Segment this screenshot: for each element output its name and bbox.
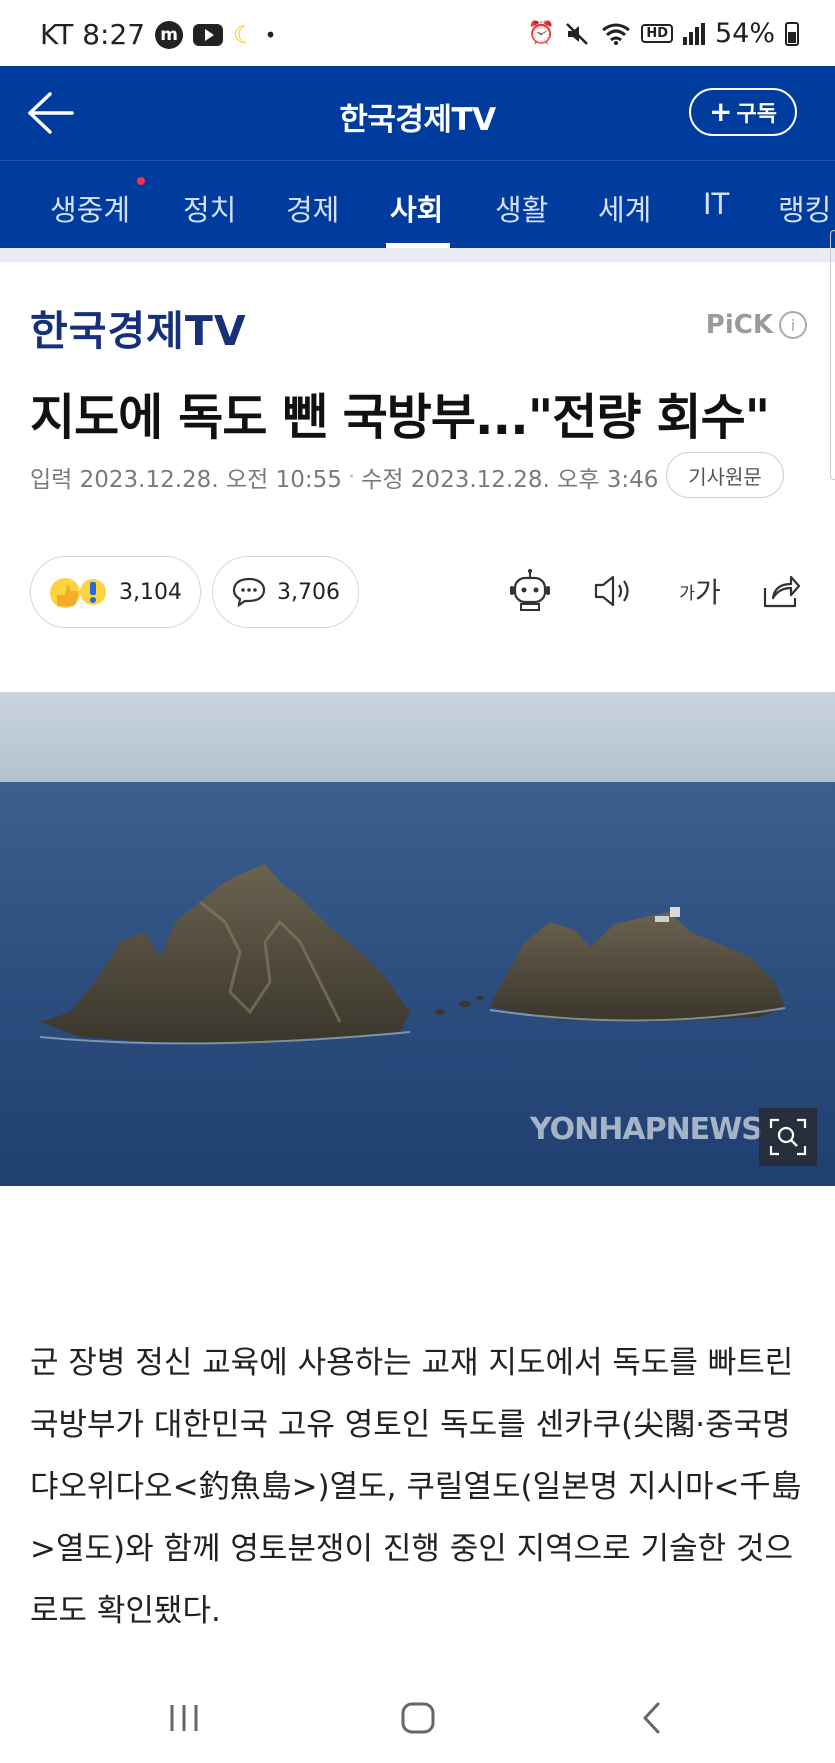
modified-date: 수정 2023.12.28. 오후 3:46 (361, 467, 659, 493)
tab-it[interactable]: IT (703, 187, 729, 221)
reaction-emoji-icon (49, 573, 109, 611)
summary-bot-icon[interactable] (505, 566, 555, 616)
battery-icon (785, 21, 799, 46)
status-right: ⏰ HD 54% (528, 18, 799, 49)
battery-percent: 54% (714, 18, 775, 49)
photo-watermark: YONHAPNEWS (530, 1112, 763, 1147)
scrollbar[interactable] (830, 230, 835, 480)
app-header: 한국경제TV + 구독 (0, 66, 835, 160)
tab-ranking[interactable]: 랭킹 (778, 187, 831, 229)
subscribe-label: 구독 (736, 102, 777, 127)
moon-icon: ☾ (233, 20, 255, 49)
article-body: 군 장병 정신 교육에 사용하는 교재 지도에서 독도를 빠트린 국방부가 대한… (30, 1345, 802, 1629)
subscribe-button[interactable]: + 구독 (689, 88, 797, 136)
info-icon[interactable]: i (779, 311, 807, 339)
font-size-large-glyph: 가 (694, 576, 721, 609)
home-icon[interactable] (390, 1694, 446, 1742)
status-bar: KT 8:27 m ☾ • ⏰ HD 54% (0, 0, 835, 66)
press-logo[interactable]: 한국경제TV (30, 297, 247, 357)
article-headline: 지도에 독도 뺀 국방부..."전량 회수" (30, 389, 770, 446)
youtube-icon (193, 23, 224, 46)
plus-icon: + (709, 95, 733, 128)
recent-apps-icon[interactable] (156, 1694, 212, 1742)
status-left: KT 8:27 m ☾ • (40, 18, 276, 51)
tab-world[interactable]: 세계 (598, 187, 651, 229)
system-nav-bar (0, 1676, 835, 1763)
carrier-time: KT 8:27 (40, 18, 146, 51)
alarm-icon: ⏰ (527, 21, 556, 46)
mute-icon (565, 22, 591, 46)
font-size-small-glyph: 가 (679, 583, 695, 604)
reaction-button[interactable]: 3,104 (30, 556, 201, 628)
article-photo[interactable]: YONHAPNEWS (0, 692, 835, 1186)
zoom-icon[interactable] (759, 1108, 817, 1166)
input-date: 입력 2023.12.28. 오전 10:55 (30, 467, 342, 493)
tab-economy[interactable]: 경제 (286, 187, 339, 229)
new-indicator-dot (137, 177, 145, 185)
date-separator: · (347, 464, 356, 490)
notification-dot-icon: • (264, 22, 277, 47)
wifi-icon (601, 22, 631, 46)
article-dates: 입력 2023.12.28. 오전 10:55 · 수정 2023.12.28.… (30, 460, 658, 494)
tab-society[interactable]: 사회 (390, 187, 443, 229)
tab-politics[interactable]: 정치 (183, 187, 236, 229)
font-size-icon[interactable]: 가가 (670, 566, 730, 616)
system-back-icon[interactable] (624, 1694, 680, 1742)
comment-count: 3,706 (277, 579, 340, 605)
comment-icon (231, 576, 267, 608)
signal-icon (682, 22, 705, 45)
pick-badge: PiCK i (706, 310, 807, 340)
hd-icon: HD (641, 24, 673, 43)
tab-living[interactable]: 생활 (495, 187, 548, 229)
pick-label: PiCK (705, 310, 773, 340)
section-separator (0, 248, 835, 262)
speaker-icon[interactable] (588, 566, 638, 616)
original-article-button[interactable]: 기사원문 (666, 452, 784, 498)
category-tab-bar: 생중계 정치 경제 사회 생활 세계 IT 랭킹 (0, 160, 835, 249)
comment-button[interactable]: 3,706 (212, 556, 359, 628)
share-icon[interactable] (756, 566, 806, 616)
tab-live[interactable]: 생중계 (50, 187, 130, 229)
reaction-count: 3,104 (119, 579, 182, 605)
m-app-icon: m (155, 20, 184, 49)
